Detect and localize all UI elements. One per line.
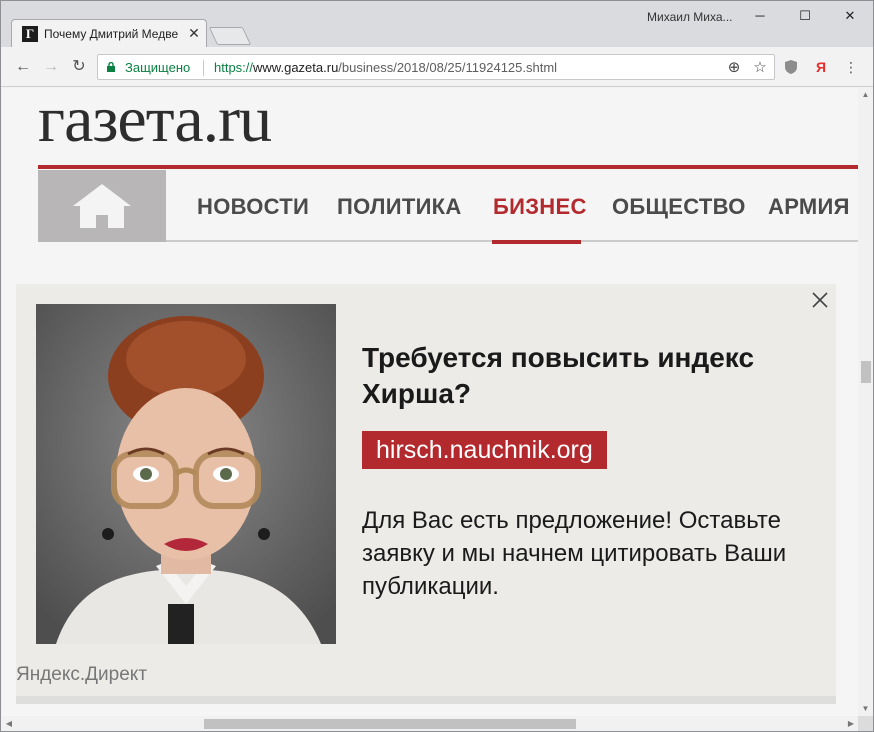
shield-extension-icon[interactable]: [781, 57, 801, 77]
nav-item-society[interactable]: ОБЩЕСТВО: [612, 194, 746, 220]
nav-item-news[interactable]: НОВОСТИ: [197, 194, 309, 220]
nav-item-army[interactable]: АРМИЯ: [768, 194, 850, 220]
scrollbar-corner: [858, 716, 873, 731]
vertical-scrollbar[interactable]: ▲ ▼: [858, 88, 873, 716]
lock-icon: [107, 62, 115, 72]
url-text[interactable]: https://www.gazeta.ru/business/2018/08/2…: [214, 60, 557, 75]
browser-tab[interactable]: Г Почему Дмитрий Медве ✕: [11, 19, 207, 47]
minimize-button[interactable]: ─: [737, 3, 783, 29]
home-button[interactable]: [38, 170, 166, 242]
tab-close-icon[interactable]: ✕: [186, 24, 202, 42]
yandex-extension-icon[interactable]: Я: [811, 57, 831, 77]
scroll-left-icon[interactable]: ◀: [2, 716, 16, 731]
bookmark-star-icon[interactable]: ☆: [750, 58, 770, 78]
ad-title[interactable]: Требуется повысить индекс Хирша?: [362, 340, 782, 412]
close-window-button[interactable]: ✕: [827, 3, 873, 29]
title-bar: Г Почему Дмитрий Медве ✕ Михаил Миха... …: [1, 1, 873, 47]
ad-text[interactable]: Для Вас есть предложение! Оставьте заявк…: [362, 504, 802, 603]
section-menu: НОВОСТИ ПОЛИТИКА БИЗНЕС ОБЩЕСТВО АРМИЯ: [166, 170, 858, 244]
close-ad-icon[interactable]: [810, 290, 830, 310]
ad-bottom-strip: [16, 696, 836, 704]
nav-item-business[interactable]: БИЗНЕС: [493, 194, 587, 220]
browser-window: Г Почему Дмитрий Медве ✕ Михаил Миха... …: [0, 0, 874, 732]
maximize-button[interactable]: ☐: [782, 3, 828, 29]
horizontal-scroll-thumb[interactable]: [204, 719, 576, 729]
advertisement-block[interactable]: Требуется повысить индекс Хирша? hirsch.…: [16, 284, 836, 704]
back-button[interactable]: ←: [11, 55, 35, 79]
ad-photo[interactable]: [36, 304, 336, 644]
menu-icon[interactable]: ⋮: [841, 57, 861, 77]
forward-button[interactable]: →: [39, 55, 63, 79]
ad-source-label[interactable]: Яндекс.Директ: [16, 664, 147, 686]
scroll-right-icon[interactable]: ▶: [844, 716, 858, 731]
profile-name[interactable]: Михаил Миха...: [647, 10, 733, 24]
tab-title: Почему Дмитрий Медве: [44, 27, 179, 41]
address-bar[interactable]: Защищено https://www.gazeta.ru/business/…: [97, 54, 775, 80]
site-logo[interactable]: газета.ru: [38, 88, 272, 158]
reload-button[interactable]: ↻: [67, 55, 91, 79]
home-icon: [73, 184, 131, 228]
scroll-down-icon[interactable]: ▼: [858, 702, 873, 716]
nav-item-politics[interactable]: ПОЛИТИКА: [337, 194, 462, 220]
header-divider: [38, 165, 858, 169]
url-host: www.gazeta.ru: [253, 60, 339, 75]
browser-toolbar: ← → ↻ Защищено https://www.gazeta.ru/bus…: [1, 47, 873, 87]
zoom-icon[interactable]: ⊕: [724, 58, 744, 78]
omnibox-divider: [203, 60, 204, 76]
horizontal-scrollbar[interactable]: ◀ ▶: [2, 716, 858, 731]
site-favicon-icon: Г: [22, 26, 38, 42]
scroll-up-icon[interactable]: ▲: [858, 88, 873, 102]
active-nav-indicator: [492, 240, 581, 244]
secure-label: Защищено: [125, 60, 191, 75]
new-tab-button[interactable]: [208, 27, 252, 45]
vertical-scroll-thumb[interactable]: [861, 361, 871, 383]
page-content: газета.ru НОВОСТИ ПОЛИТИКА БИЗНЕС ОБЩЕСТ…: [2, 88, 858, 716]
url-scheme: https://: [214, 60, 254, 75]
url-path: /business/2018/08/25/11924125.shtml: [338, 60, 558, 75]
ad-link[interactable]: hirsch.nauchnik.org: [362, 431, 607, 469]
